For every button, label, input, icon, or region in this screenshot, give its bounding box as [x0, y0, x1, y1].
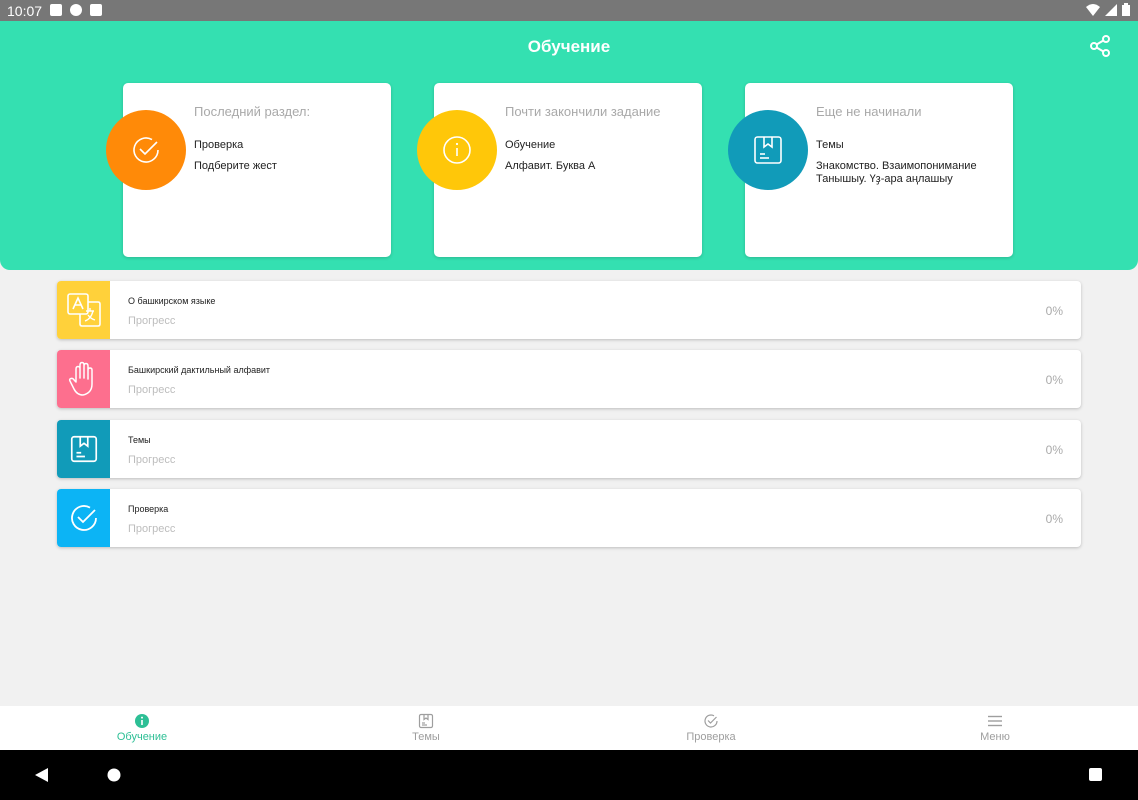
- home-icon[interactable]: [107, 768, 121, 782]
- translate-icon: [66, 293, 101, 327]
- header: Обучение Последний раздел: Проверка Подб…: [0, 21, 1138, 270]
- nav-item-learning[interactable]: Обучение: [0, 706, 284, 750]
- section-title: Башкирский дактильный алфавит: [128, 365, 271, 375]
- card-icon-circle: [417, 110, 497, 190]
- nav-item-themes[interactable]: Темы: [284, 706, 568, 750]
- section-dactyl-alphabet[interactable]: Башкирский дактильный алфавит Прогресс 0…: [57, 350, 1081, 408]
- back-icon[interactable]: [35, 768, 49, 782]
- card-last-section[interactable]: Последний раздел: Проверка Подберите жес…: [106, 83, 391, 257]
- card-line-1: Проверка: [194, 139, 244, 151]
- card-title: Почти закончили задание: [505, 104, 661, 119]
- nav-label: Проверка: [686, 731, 736, 743]
- bookmark-box-icon: [754, 136, 782, 164]
- signal-icon: [1105, 3, 1117, 16]
- section-progress-percent: 0%: [1045, 512, 1063, 526]
- section-progress-percent: 0%: [1045, 304, 1063, 318]
- card-not-started[interactable]: Еще не начинали Темы Знакомство. Взаимоп…: [728, 83, 1013, 257]
- section-progress-percent: 0%: [1045, 373, 1063, 387]
- status-time: 10:07: [7, 3, 43, 19]
- section-progress-label: Прогресс: [128, 454, 176, 466]
- card-line-2: Алфавит. Буква А: [505, 160, 596, 172]
- check-circle-icon: [70, 505, 97, 531]
- section-themes[interactable]: Темы Прогресс 0%: [57, 420, 1081, 478]
- battery-icon: [1122, 3, 1130, 16]
- share-icon[interactable]: [1088, 34, 1112, 58]
- status-bar: 10:07: [0, 0, 1138, 21]
- card-line-2: Подберите жест: [194, 160, 277, 172]
- nav-label: Обучение: [116, 731, 168, 743]
- section-progress-percent: 0%: [1045, 443, 1063, 457]
- system-navigation-bar: [0, 750, 1138, 800]
- card-line-1: Темы: [816, 139, 844, 151]
- nav-item-check[interactable]: Проверка: [569, 706, 853, 750]
- card-icon-circle: [728, 110, 808, 190]
- card-line-1: Обучение: [505, 139, 556, 151]
- page-title: Обучение: [527, 37, 611, 56]
- section-progress-label: Прогресс: [128, 523, 176, 535]
- card-title: Последний раздел:: [194, 104, 311, 119]
- wifi-icon: [1086, 3, 1100, 16]
- notification-icons: [50, 4, 102, 16]
- nav-label: Темы: [412, 731, 440, 743]
- card-line-2: Знакомство. Взаимопонимание Танышыу. Үҙ-…: [816, 160, 977, 185]
- section-check[interactable]: Проверка Прогресс 0%: [57, 489, 1081, 547]
- check-circle-icon: [133, 137, 159, 163]
- section-icon-box: [57, 420, 110, 478]
- nav-label: Меню: [980, 731, 1010, 743]
- menu-icon: [988, 715, 1002, 727]
- bottom-navigation: Обучение Темы Проверка Меню: [0, 706, 1138, 750]
- bookmark-box-icon: [70, 435, 97, 463]
- system-status-icons: [1086, 3, 1130, 16]
- section-progress-label: Прогресс: [128, 384, 176, 396]
- section-icon-box: [57, 489, 110, 547]
- notification-app-icon: [70, 4, 82, 16]
- section-icon-box: [57, 281, 110, 339]
- recents-icon[interactable]: [1089, 768, 1102, 781]
- hand-icon: [68, 361, 93, 396]
- info-icon: [135, 714, 149, 728]
- section-progress-label: Прогресс: [128, 315, 176, 327]
- card-almost-finished[interactable]: Почти закончили задание Обучение Алфавит…: [417, 83, 702, 257]
- nav-item-menu[interactable]: Меню: [853, 706, 1137, 750]
- section-title: Проверка: [128, 504, 169, 514]
- check-circle-icon: [704, 714, 718, 728]
- section-icon-box: [57, 350, 110, 408]
- notification-a-icon: [50, 4, 62, 16]
- section-title: О башкирском языке: [128, 296, 216, 306]
- sd-card-icon: [90, 4, 102, 16]
- section-about-bashkir[interactable]: О башкирском языке Прогресс 0%: [57, 281, 1081, 339]
- card-icon-circle: [106, 110, 186, 190]
- bookmark-box-icon: [418, 713, 434, 729]
- section-title: Темы: [128, 435, 151, 445]
- card-title: Еще не начинали: [816, 104, 922, 119]
- info-circle-icon: [443, 136, 471, 164]
